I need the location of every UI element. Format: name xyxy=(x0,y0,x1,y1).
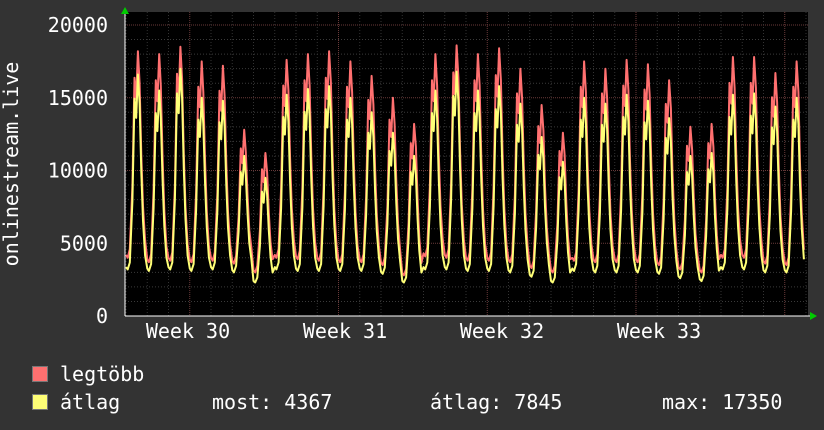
x-axis-labels: Week 30 Week 31 Week 32 Week 33 xyxy=(146,319,701,343)
legend-item-legtobb: legtöbb xyxy=(32,362,144,386)
legend-item-atlag: átlag xyxy=(32,390,120,414)
y-tick-label: 15000 xyxy=(48,86,108,110)
legend-swatch-legtobb xyxy=(32,366,48,382)
legend-label-atlag: átlag xyxy=(60,390,121,414)
y-axis-ticks: 0 5000 10000 15000 20000 xyxy=(48,13,108,328)
y-tick-label: 20000 xyxy=(48,13,108,37)
stat-most: most: 4367 xyxy=(212,390,333,414)
legend-swatch-atlag xyxy=(32,394,48,410)
x-axis-arrow-icon xyxy=(810,312,817,320)
legend-label-legtobb: legtöbb xyxy=(60,362,145,386)
x-tick-label: Week 32 xyxy=(460,319,544,343)
y-tick-label: 5000 xyxy=(60,231,108,255)
x-tick-label: Week 30 xyxy=(146,319,230,343)
x-tick-label: Week 33 xyxy=(617,319,701,343)
y-axis-arrow-icon xyxy=(121,7,129,14)
stat-atlag: átlag: 7845 xyxy=(430,390,563,414)
x-tick-label: Week 31 xyxy=(303,319,387,343)
y-axis-label: onlinestream.live xyxy=(0,62,23,267)
stat-max: max: 17350 xyxy=(662,390,783,414)
y-tick-label: 0 xyxy=(96,304,108,328)
y-tick-label: 10000 xyxy=(48,159,108,183)
